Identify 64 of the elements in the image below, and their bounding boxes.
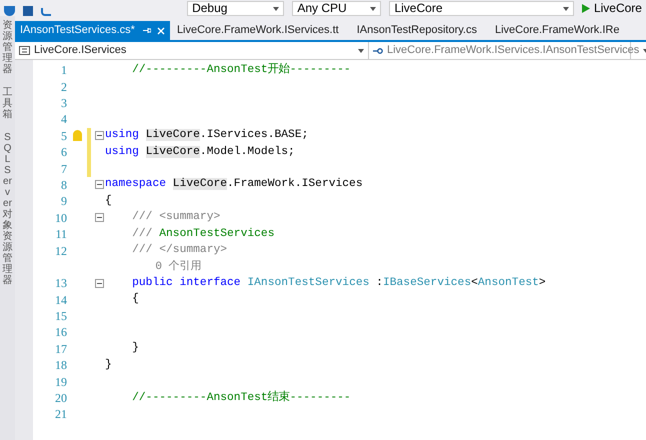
- side-panel-tab[interactable]: 工具箱: [2, 87, 12, 120]
- code-line: using LiveCore.IServices.BASE;: [105, 128, 308, 144]
- line-number: 19: [54, 374, 67, 391]
- collapse-icon[interactable]: [95, 213, 104, 222]
- dropdown-value: LiveCore: [394, 3, 442, 14]
- line-number: 15: [54, 308, 67, 326]
- line-number: 14: [54, 292, 67, 309]
- line-number: 16: [54, 324, 67, 342]
- caret-icon[interactable]: [273, 6, 280, 10]
- pin-icon[interactable]: [142, 27, 151, 34]
- play-icon[interactable]: [582, 4, 590, 13]
- line-number: 6: [60, 144, 67, 162]
- line-number: 4: [60, 111, 67, 128]
- dropdown[interactable]: Any CPU: [292, 1, 382, 16]
- line-number: 8: [60, 176, 67, 194]
- caret-icon[interactable]: [370, 6, 376, 10]
- interface-icon[interactable]: [373, 48, 383, 54]
- project-icon[interactable]: [19, 46, 30, 55]
- line-number: 12: [54, 242, 67, 260]
- line-number: 20: [54, 390, 67, 408]
- caret-icon[interactable]: [562, 6, 569, 10]
- code-line: //---------AnsonTest开始---------: [131, 62, 351, 78]
- collapse-icon[interactable]: [95, 278, 104, 288]
- dropdown-value: LiveCore.IServices: [34, 43, 128, 58]
- code-lens-text[interactable]: 0 个引用: [129, 258, 202, 276]
- file-tab[interactable]: LiveCore.FrameWork.IServices.tt: [172, 21, 344, 40]
- dropdown[interactable]: Debug: [187, 1, 284, 16]
- collapse-icon[interactable]: [95, 180, 104, 190]
- line-number: 1: [60, 62, 67, 80]
- side-panel-tab[interactable]: SQL Server 对象资源管理器: [2, 132, 12, 286]
- code-line: {: [131, 292, 139, 308]
- code-line: namespace LiveCore.FrameWork.IServices: [105, 176, 363, 192]
- line-number: 17: [54, 340, 67, 358]
- code-line: public interface IAnsonTestServices :IBaseServices<AnsonTest>: [131, 276, 546, 291]
- code-line: /// </summary>: [131, 242, 228, 258]
- line-number: 7: [60, 160, 67, 178]
- file-tab[interactable]: IAnsonTestRepository.cs: [352, 21, 482, 40]
- line-number: 10: [54, 210, 67, 227]
- line-number: 21: [54, 406, 67, 424]
- side-panel-tab[interactable]: 资源管理器: [2, 20, 12, 75]
- run-button[interactable]: LiveCore: [594, 3, 642, 14]
- code-line: }: [131, 340, 139, 356]
- close-icon[interactable]: [156, 26, 165, 34]
- line-number: 9: [60, 193, 67, 210]
- dropdown-value: Any CPU: [297, 3, 347, 14]
- code-line: {: [105, 194, 112, 209]
- line-number: 13: [54, 275, 67, 292]
- caret-icon[interactable]: [358, 48, 364, 52]
- code-line: }: [105, 358, 112, 373]
- line-number: 2: [60, 78, 67, 96]
- file-tab[interactable]: IAnsonTestServices.cs*: [15, 21, 170, 40]
- file-tab[interactable]: LiveCore.FrameWork.IRe: [490, 21, 624, 40]
- code-line: /// <summary>: [131, 210, 220, 226]
- line-number: 5: [60, 128, 67, 145]
- dropdown[interactable]: LiveCore: [389, 1, 574, 16]
- code-line: using LiveCore.Model.Models;: [105, 144, 295, 160]
- code-line: //---------AnsonTest结束---------: [131, 390, 351, 406]
- line-number: 18: [54, 357, 67, 374]
- line-number: 11: [54, 226, 67, 244]
- dropdown-value: Debug: [192, 3, 228, 14]
- code-line: /// AnsonTestServices: [131, 226, 274, 242]
- scope-dropdown[interactable]: LiveCore.IServices: [15, 42, 369, 59]
- collapse-icon[interactable]: [95, 131, 104, 140]
- line-number: 3: [60, 94, 67, 112]
